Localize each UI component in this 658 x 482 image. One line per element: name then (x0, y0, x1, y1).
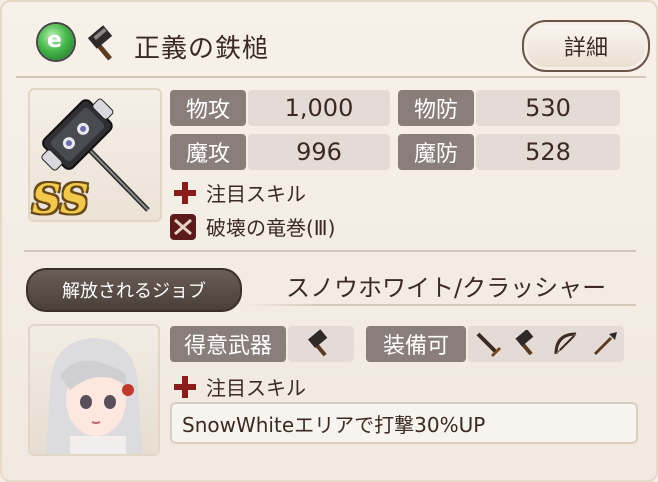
spear-icon (593, 332, 617, 356)
favorite-weapon-label: 得意武器 (170, 326, 286, 362)
cross-icon (174, 181, 196, 204)
focus-skill-label: 注目スキル (206, 182, 306, 206)
sword-icon (476, 332, 501, 358)
element-icon: e (38, 24, 74, 60)
job-underline (242, 304, 636, 306)
mdef-label: 魔防 (398, 134, 474, 170)
job-ribbon: 解放されるジョブ (26, 268, 242, 312)
hammer-icon (87, 25, 113, 61)
weapon-detail-panel: e 正義の鉄槌 詳細 SS 物攻 1,000 物防 530 魔攻 996 魔防 … (0, 0, 658, 482)
skill-name: 破壊の竜巻(Ⅲ) (206, 216, 336, 240)
matk-value: 996 (248, 134, 390, 170)
patk-label: 物攻 (170, 90, 246, 126)
mdef-value: 528 (476, 134, 620, 170)
section-divider (24, 250, 636, 252)
character-image (46, 338, 142, 454)
favorite-weapon-box (288, 326, 354, 362)
job-ribbon-label: 解放されるジョブ (62, 281, 206, 302)
weapon-skill-row[interactable]: 破壊の竜巻(Ⅲ) (170, 212, 335, 241)
patk-value: 1,000 (248, 90, 390, 126)
detail-button[interactable]: 詳細 (522, 20, 650, 72)
hammer-icon (514, 330, 533, 356)
weapon-title: 正義の鉄槌 (134, 34, 270, 64)
equippable-box (468, 326, 624, 362)
cross-icon (174, 375, 196, 398)
hammer-icon (308, 329, 328, 357)
job-skill-box[interactable]: SnowWhiteエリアで打撃30%UP (170, 402, 638, 444)
weapon-header: e 正義の鉄槌 詳細 (16, 14, 650, 78)
tornado-skill-icon (170, 213, 196, 240)
job-skill-text: SnowWhiteエリアで打撃30%UP (182, 412, 486, 437)
job-focus-skill-label: 注目スキル (206, 376, 306, 400)
pdef-label: 物防 (398, 90, 474, 126)
job-name: スノウホワイト/クラッシャー (286, 274, 607, 302)
bow-icon (554, 332, 577, 355)
job-focus-skill-row: 注目スキル (174, 372, 306, 401)
weapon-focus-skill-row: 注目スキル (174, 178, 306, 207)
character-portrait (28, 324, 160, 456)
equippable-label: 装備可 (366, 326, 466, 362)
matk-label: 魔攻 (170, 134, 246, 170)
rank-badge: SS (32, 176, 89, 223)
pdef-value: 530 (476, 90, 620, 126)
